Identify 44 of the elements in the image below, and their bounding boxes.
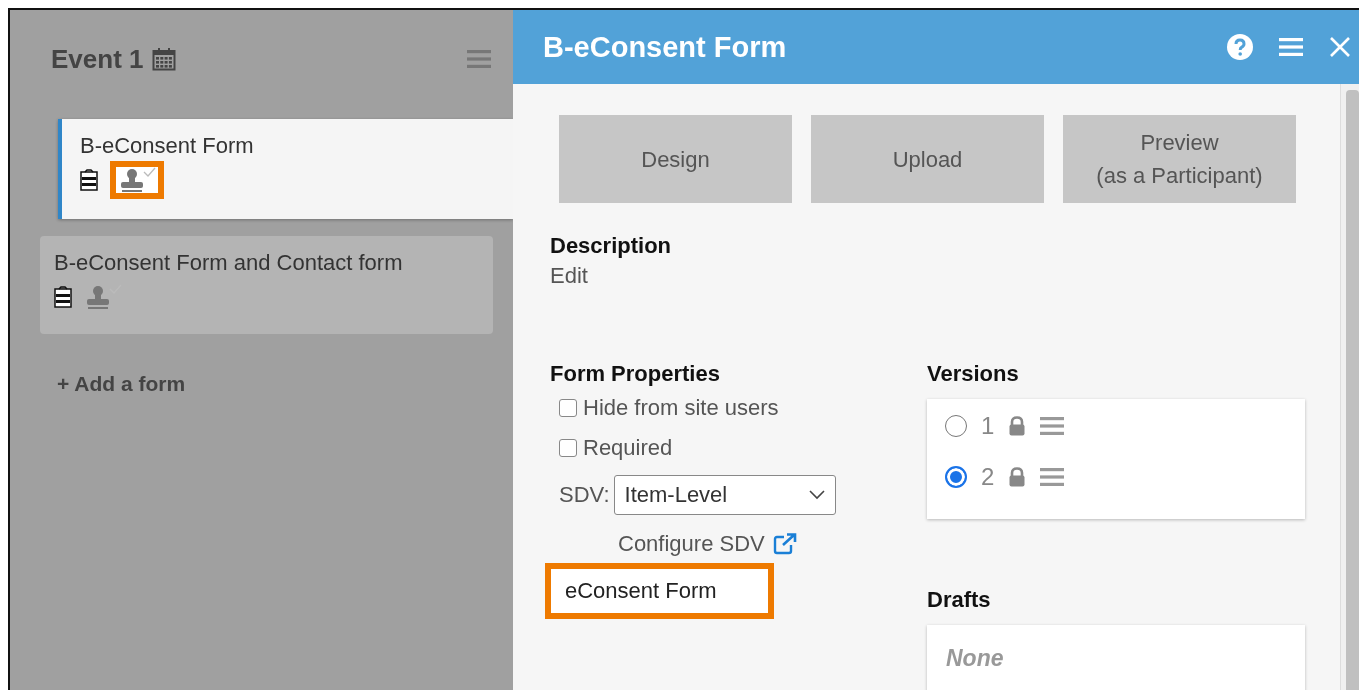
lock-icon <box>1008 467 1027 487</box>
configure-sdv-link[interactable]: Configure SDV <box>618 531 765 557</box>
calendar-icon <box>151 47 176 71</box>
form-name: B-eConsent Form and Contact form <box>54 250 403 276</box>
radio-button[interactable] <box>945 415 967 437</box>
external-link-icon[interactable] <box>772 533 797 555</box>
clipboard-icon <box>54 286 72 308</box>
stamp-check-icon <box>118 167 156 193</box>
form-card[interactable]: B-eConsent Form and Contact form <box>40 236 493 334</box>
form-card[interactable]: B-eConsent Form <box>58 119 513 219</box>
section-heading: Drafts <box>927 587 991 613</box>
close-icon[interactable] <box>1329 36 1351 58</box>
radio-button[interactable] <box>945 466 967 488</box>
checkbox[interactable] <box>559 439 577 457</box>
chevron-down-icon[interactable] <box>808 490 825 500</box>
action-button[interactable]: Upload <box>811 115 1044 203</box>
lock-icon <box>1008 416 1027 436</box>
event-title: Event 1 <box>51 43 144 75</box>
version-number: 1 <box>981 412 995 440</box>
stamp-check-icon <box>84 284 122 310</box>
checkbox-label: Required <box>583 435 673 461</box>
menu-icon[interactable] <box>1040 467 1065 487</box>
sdv-label: SDV: <box>559 482 610 508</box>
text-field[interactable]: eConsent Form <box>545 563 774 619</box>
menu-icon[interactable] <box>1040 416 1065 436</box>
help-icon[interactable] <box>1227 34 1253 60</box>
edit-link[interactable]: Edit <box>550 263 588 289</box>
scrollbar-thumb[interactable] <box>1346 90 1359 690</box>
clipboard-icon <box>80 169 98 191</box>
action-button[interactable]: Preview (as a Participant) <box>1063 115 1296 203</box>
add-form-link[interactable]: + Add a form <box>57 372 186 396</box>
sdv-dropdown[interactable]: Item-Level <box>613 475 836 515</box>
menu-icon[interactable] <box>1279 37 1303 57</box>
form-name: B-eConsent Form <box>80 133 254 159</box>
section-heading: Description <box>550 233 672 259</box>
action-button[interactable]: Design <box>559 115 792 203</box>
checkbox-label: Hide from site users <box>583 395 779 421</box>
checkbox[interactable] <box>559 399 577 417</box>
section-heading: Versions <box>927 361 1019 387</box>
section-heading: Form Properties <box>550 361 720 387</box>
panel-title: B-eConsent Form <box>543 30 787 64</box>
empty-text: None <box>946 645 1004 671</box>
version-number: 2 <box>981 463 995 491</box>
menu-icon[interactable] <box>467 49 491 69</box>
